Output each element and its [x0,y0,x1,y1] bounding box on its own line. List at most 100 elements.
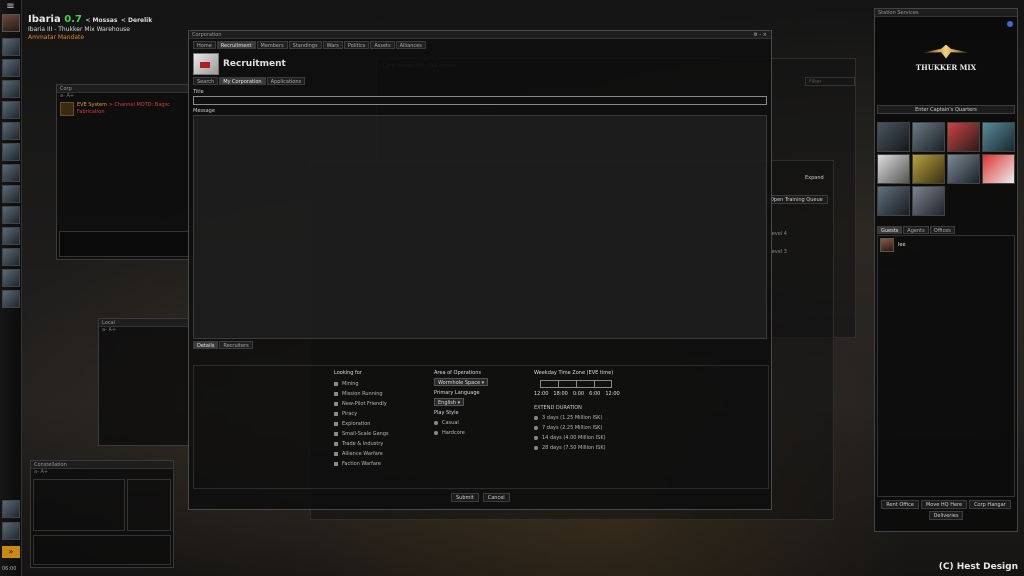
market-icon[interactable] [1,143,20,161]
option-mission-running[interactable]: Mission Running [334,389,389,399]
area-select[interactable]: Wormhole Space [434,378,489,386]
character-portrait[interactable] [1,14,20,32]
timezone-slider[interactable] [540,380,612,388]
local-chat-font-tools[interactable]: a- A+ [99,327,189,334]
checkbox-icon[interactable] [334,421,338,426]
tab-guests[interactable]: Guests [877,226,903,234]
message-sender[interactable]: EVE System [77,102,107,108]
people-icon[interactable] [1,101,20,119]
character-sheet-icon[interactable] [1,38,20,56]
language-select[interactable]: English [434,398,465,406]
constellation-member-list[interactable] [33,479,125,531]
radio-icon[interactable] [534,415,538,420]
rent-office-button[interactable]: Rent Office [881,500,919,509]
tab-members[interactable]: Members [256,41,288,49]
tab-agents[interactable]: Agents [903,226,929,234]
station-services-title[interactable]: Station Services [875,9,1017,17]
option-mining[interactable]: Mining [334,379,389,389]
duration-14-days[interactable]: 14 days (4.00 Million ISK) [534,433,620,443]
corp-hangar-button[interactable]: Corp Hangar [969,500,1011,509]
wallet-icon[interactable] [1,248,20,266]
undock-icon[interactable] [2,522,20,540]
guest-list[interactable]: lee [877,235,1015,497]
checkbox-icon[interactable] [334,391,338,396]
option-small-scale-gangs[interactable]: Small-Scale Gangs [334,429,389,439]
cancel-button[interactable]: Cancel [482,493,510,502]
option-exploration[interactable]: Exploration [334,419,389,429]
local-chat-window[interactable]: Local a- A+ [98,318,190,446]
corp-chat-window[interactable]: Corp a- A+ EVE System > Channel MOTD: Ba… [56,84,198,260]
subtab-my-corporation[interactable]: My Corporation [219,77,266,85]
window-controls[interactable]: ⚙ - × [753,31,767,39]
local-chat-title[interactable]: Local [99,319,189,327]
checkbox-icon[interactable] [334,461,338,466]
checkbox-icon[interactable] [334,411,338,416]
checkbox-icon[interactable] [334,451,338,456]
map-icon[interactable] [1,122,20,140]
tab-home[interactable]: Home [193,41,216,49]
repair-icon[interactable] [912,122,945,152]
radio-icon[interactable] [434,430,438,435]
playstyle-hardcore[interactable]: Hardcore [434,428,488,438]
autopilot-chevron-icon[interactable]: » [2,546,20,558]
option-piracy[interactable]: Piracy [334,409,389,419]
message-textarea[interactable] [193,115,767,339]
corporation-window[interactable]: Corporation ⚙ - × Home Recruitment Membe… [188,30,772,510]
insurance-icon[interactable] [982,154,1015,184]
station-services-window[interactable]: Station Services THUKKER MIX Enter Capta… [874,8,1018,532]
constellation-link[interactable]: Mossas [93,17,118,24]
subtab-search[interactable]: Search [193,77,219,85]
science-icon[interactable] [1,269,20,287]
submit-button[interactable]: Submit [451,493,479,502]
corporation-window-title[interactable]: Corporation ⚙ - × [189,31,771,39]
industry-icon[interactable] [947,154,980,184]
tab-assets[interactable]: Assets [370,41,395,49]
notepad-icon[interactable] [1,227,20,245]
guest-row[interactable]: lee [878,236,1014,254]
industry-icon[interactable] [1,59,20,77]
system-name[interactable]: Ibaria [28,14,61,25]
guest-name[interactable]: lee [898,242,906,248]
fitting-icon[interactable] [1,164,20,182]
medical-icon[interactable] [947,122,980,152]
radio-icon[interactable] [434,420,438,425]
constellation-input[interactable] [33,535,171,565]
move-hq-button[interactable]: Move HQ Here [920,500,968,509]
tab-details[interactable]: Details [193,341,219,349]
tab-politics[interactable]: Politics [343,41,370,49]
ship-icon[interactable] [2,500,20,518]
sender-avatar[interactable] [60,102,74,116]
enter-quarters-button[interactable]: Enter Captain's Quarters [877,105,1015,114]
hangar-icon[interactable] [912,186,945,216]
sovereignty-label[interactable]: Ammatar Mandate [28,34,152,41]
info-icon[interactable] [1007,21,1013,27]
option-new-pilot-friendly[interactable]: New-Pilot Friendly [334,399,389,409]
station-name[interactable]: Ibaria III - Thukker Mix Warehouse [28,26,152,33]
reprocessing-icon[interactable] [912,154,945,184]
market-icon[interactable] [877,154,910,184]
tab-recruitment[interactable]: Recruitment [216,41,256,49]
agent-icon[interactable] [877,122,910,152]
fitting-icon[interactable] [982,122,1015,152]
constellation-message-area[interactable] [127,479,171,531]
constellation-chat-window[interactable]: Constellation a- A+ [30,460,174,568]
mail-icon[interactable] [1,80,20,98]
constellation-chat-font-tools[interactable]: a- A+ [31,469,173,476]
title-input[interactable] [193,96,767,105]
assets-icon[interactable] [1,185,20,203]
subtab-applications[interactable]: Applications [266,77,306,85]
menu-icon[interactable]: ≡ [0,0,21,14]
expand-button[interactable]: Expand [805,175,824,181]
radio-icon[interactable] [534,445,538,450]
checkbox-icon[interactable] [334,431,338,436]
tab-recruiters[interactable]: Recruiters [219,341,253,349]
tab-alliances[interactable]: Alliances [395,41,426,49]
corporation-icon[interactable] [1,290,20,308]
corp-chat-title[interactable]: Corp [57,85,197,93]
option-faction-warfare[interactable]: Faction Warfare [334,459,389,469]
duration-28-days[interactable]: 28 days (7.50 Million ISK) [534,443,620,453]
duration-7-days[interactable]: 7 days (2.25 Million ISK) [534,423,620,433]
checkbox-icon[interactable] [334,401,338,406]
option-alliance-warfare[interactable]: Alliance Warfare [334,449,389,459]
deliveries-button[interactable]: Deliveries [928,511,964,520]
